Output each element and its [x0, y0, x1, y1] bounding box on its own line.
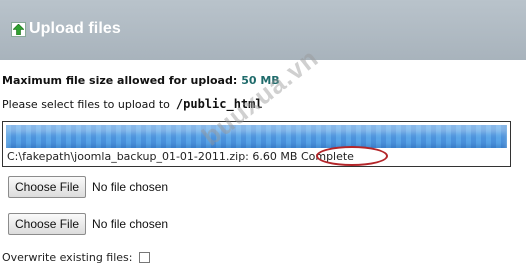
upload-arrow-icon: [11, 21, 26, 37]
choose-file-button-1[interactable]: Choose File: [8, 176, 87, 198]
overwrite-label: Overwrite existing files:: [2, 251, 133, 264]
uploaded-file-status: C:\fakepath\joomla_backup_01-01-2011.zip…: [7, 150, 354, 163]
overwrite-checkbox[interactable]: [138, 252, 150, 263]
uploaded-file-path: C:\fakepath\joomla_backup_01-01-2011.zip…: [7, 150, 249, 163]
uploaded-file-size: 6.60 MB: [252, 150, 298, 163]
max-file-size-value: 50 MB: [241, 74, 280, 87]
overwrite-option: Overwrite existing files:: [2, 251, 150, 264]
complete-highlight-ring: [316, 146, 388, 166]
file-input-1[interactable]: Choose File No file chosen: [8, 176, 168, 198]
max-file-size-label: Maximum file size allowed for upload:: [2, 74, 238, 87]
panel-title: Upload files: [11, 20, 121, 38]
upload-progress-bar: [6, 125, 507, 148]
file-chosen-status-2: No file chosen: [92, 217, 169, 231]
upload-destination: Please select files to upload to/public_…: [2, 97, 263, 111]
max-file-size: Maximum file size allowed for upload: 50 …: [2, 74, 280, 87]
upload-destination-path: /public_html: [175, 97, 263, 111]
panel-header: Upload files: [0, 0, 526, 60]
choose-file-button-2[interactable]: Choose File: [8, 213, 87, 235]
file-chosen-status-1: No file chosen: [92, 180, 169, 194]
upload-progress-box: C:\fakepath\joomla_backup_01-01-2011.zip…: [2, 121, 511, 167]
upload-destination-label: Please select files to upload to: [2, 98, 170, 111]
panel-title-text: Upload files: [29, 20, 121, 37]
file-input-2[interactable]: Choose File No file chosen: [8, 213, 168, 235]
